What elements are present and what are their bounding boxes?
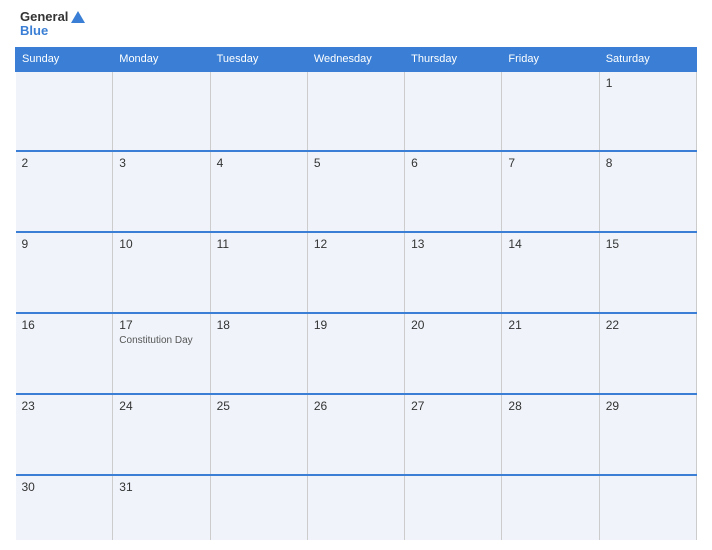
calendar-cell: 26 xyxy=(307,394,404,475)
day-number: 5 xyxy=(314,156,398,170)
calendar-cell xyxy=(502,71,599,152)
calendar-cell: 6 xyxy=(405,151,502,232)
calendar-cell: 2 xyxy=(16,151,113,232)
calendar-cell: 5 xyxy=(307,151,404,232)
day-number: 22 xyxy=(606,318,690,332)
day-number: 29 xyxy=(606,399,690,413)
calendar-cell: 17 Constitution Day xyxy=(113,313,210,394)
day-number: 11 xyxy=(217,237,301,251)
day-number: 16 xyxy=(22,318,107,332)
day-number: 10 xyxy=(119,237,203,251)
calendar-cell: 10 xyxy=(113,232,210,313)
day-header-tuesday: Tuesday xyxy=(210,47,307,71)
calendar-table: SundayMondayTuesdayWednesdayThursdayFrid… xyxy=(15,47,697,540)
day-number: 31 xyxy=(119,480,203,494)
day-number: 8 xyxy=(606,156,690,170)
calendar-cell: 23 xyxy=(16,394,113,475)
calendar-cell: 15 xyxy=(599,232,696,313)
day-header-thursday: Thursday xyxy=(405,47,502,71)
days-header-row: SundayMondayTuesdayWednesdayThursdayFrid… xyxy=(16,47,697,71)
calendar-cell: 21 xyxy=(502,313,599,394)
day-number: 20 xyxy=(411,318,495,332)
day-number: 9 xyxy=(22,237,107,251)
day-header-monday: Monday xyxy=(113,47,210,71)
day-number: 30 xyxy=(22,480,107,494)
calendar-cell: 13 xyxy=(405,232,502,313)
calendar-cell: 11 xyxy=(210,232,307,313)
day-header-saturday: Saturday xyxy=(599,47,696,71)
calendar-cell: 25 xyxy=(210,394,307,475)
day-number: 12 xyxy=(314,237,398,251)
calendar-cell xyxy=(405,475,502,540)
week-row-3: 9 10 11 12 13 14 15 xyxy=(16,232,697,313)
day-header-friday: Friday xyxy=(502,47,599,71)
calendar-cell: 14 xyxy=(502,232,599,313)
calendar-cell xyxy=(210,71,307,152)
calendar-cell xyxy=(307,71,404,152)
day-header-sunday: Sunday xyxy=(16,47,113,71)
day-number: 13 xyxy=(411,237,495,251)
day-number: 18 xyxy=(217,318,301,332)
day-number: 7 xyxy=(508,156,592,170)
calendar-cell: 16 xyxy=(16,313,113,394)
calendar-cell: 29 xyxy=(599,394,696,475)
day-number: 2 xyxy=(22,156,107,170)
calendar-cell: 20 xyxy=(405,313,502,394)
logo: General Blue xyxy=(20,10,85,39)
calendar-cell: 12 xyxy=(307,232,404,313)
calendar-cell: 19 xyxy=(307,313,404,394)
calendar-header: General Blue xyxy=(15,10,697,39)
calendar-cell: 9 xyxy=(16,232,113,313)
calendar-cell: 1 xyxy=(599,71,696,152)
calendar-cell: 22 xyxy=(599,313,696,394)
day-number: 1 xyxy=(606,76,690,90)
week-row-5: 23 24 25 26 27 28 29 xyxy=(16,394,697,475)
calendar-cell: 27 xyxy=(405,394,502,475)
day-number: 6 xyxy=(411,156,495,170)
calendar-cell: 4 xyxy=(210,151,307,232)
day-number: 26 xyxy=(314,399,398,413)
day-number: 25 xyxy=(217,399,301,413)
calendar-cell: 18 xyxy=(210,313,307,394)
day-number: 15 xyxy=(606,237,690,251)
day-number: 27 xyxy=(411,399,495,413)
calendar-cell: 30 xyxy=(16,475,113,540)
day-number: 19 xyxy=(314,318,398,332)
calendar-cell: 7 xyxy=(502,151,599,232)
day-number: 24 xyxy=(119,399,203,413)
week-row-4: 16 17 Constitution Day 18 19 20 21 22 xyxy=(16,313,697,394)
logo-triangle-icon xyxy=(71,11,85,23)
week-row-2: 2345678 xyxy=(16,151,697,232)
holiday-label: Constitution Day xyxy=(119,334,203,347)
calendar-cell xyxy=(307,475,404,540)
calendar-container: General Blue SundayMondayTuesdayWednesda… xyxy=(0,0,712,550)
day-number: 28 xyxy=(508,399,592,413)
logo-blue: Blue xyxy=(20,24,85,38)
day-number: 21 xyxy=(508,318,592,332)
calendar-cell: 31 xyxy=(113,475,210,540)
day-number: 17 xyxy=(119,318,203,332)
calendar-cell: 24 xyxy=(113,394,210,475)
calendar-cell xyxy=(210,475,307,540)
calendar-cell xyxy=(16,71,113,152)
day-number: 4 xyxy=(217,156,301,170)
calendar-cell xyxy=(405,71,502,152)
week-row-1: 1 xyxy=(16,71,697,152)
calendar-cell: 28 xyxy=(502,394,599,475)
logo-general: General xyxy=(20,10,68,24)
calendar-cell: 3 xyxy=(113,151,210,232)
calendar-cell xyxy=(502,475,599,540)
day-header-wednesday: Wednesday xyxy=(307,47,404,71)
week-row-6: 30 31 xyxy=(16,475,697,540)
calendar-cell xyxy=(113,71,210,152)
calendar-cell xyxy=(599,475,696,540)
calendar-cell: 8 xyxy=(599,151,696,232)
day-number: 3 xyxy=(119,156,203,170)
day-number: 14 xyxy=(508,237,592,251)
day-number: 23 xyxy=(22,399,107,413)
